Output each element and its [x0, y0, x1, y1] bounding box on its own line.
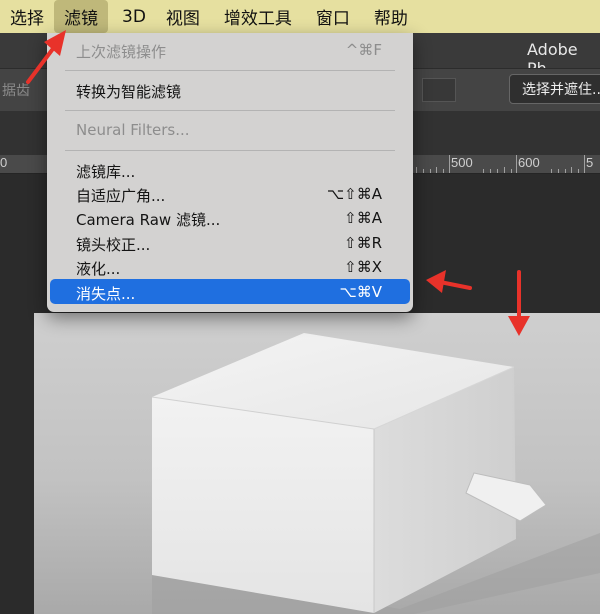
annotation-arrows: [26, 30, 530, 336]
arrow-head: [508, 316, 530, 336]
arrow-to-vanishing-point: [438, 280, 472, 290]
arrow-head: [426, 270, 446, 293]
arrow-head: [44, 30, 66, 56]
